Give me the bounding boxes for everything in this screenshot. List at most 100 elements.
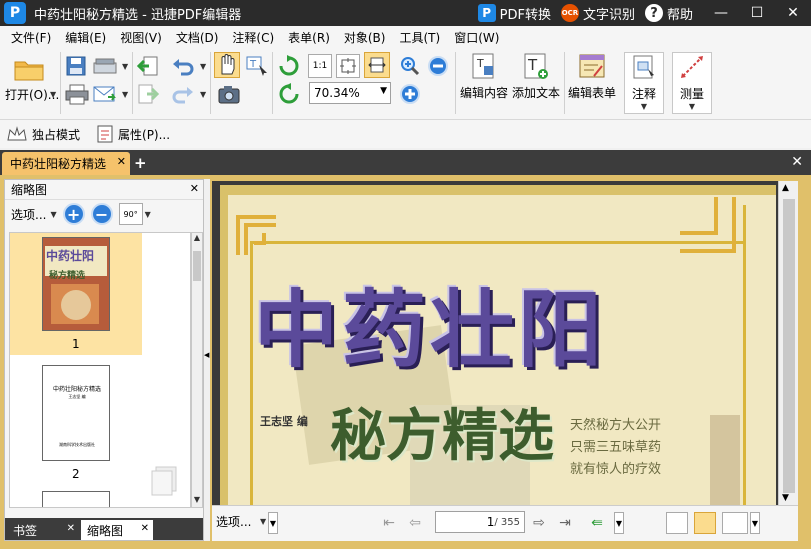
exclusive-mode-button[interactable]: 独占模式 xyxy=(6,126,80,143)
scrollbar-thumb[interactable] xyxy=(193,251,201,281)
menu-bar: 文件(F) 编辑(E) 视图(V) 文档(D) 注释(C) 表单(R) 对象(B… xyxy=(0,26,811,48)
menu-edit[interactable]: 编辑(E) xyxy=(58,29,113,46)
thumbnail-2-publisher: 湖南科学技术出版社 xyxy=(59,442,95,447)
rotate-page-icon[interactable]: 90° xyxy=(118,203,143,225)
thumbnail-1-title: 中药壮阳 xyxy=(46,249,95,263)
fit-page-button[interactable] xyxy=(336,54,360,78)
thumbnail-scrollbar[interactable]: ▲ ▼ xyxy=(191,232,203,508)
rotate-dropdown-icon[interactable]: ▼ xyxy=(145,210,151,219)
rotate-ccw-button[interactable] xyxy=(276,82,302,106)
single-page-view-icon[interactable] xyxy=(666,512,688,534)
save-button[interactable] xyxy=(64,54,88,78)
thumbnail-page-3[interactable] xyxy=(42,491,110,507)
menu-form[interactable]: 表单(R) xyxy=(281,29,337,46)
minimize-button[interactable]: — xyxy=(703,0,739,26)
thumbnail-1-subtitle: 秘方精选 xyxy=(49,271,86,281)
zoom-in-button[interactable] xyxy=(398,82,422,106)
thumbnail-page-2[interactable]: 中药壮阳秘方精选 王志坚 编 湖南科学技术出版社 xyxy=(42,365,110,461)
add-text-button[interactable]: T 添加文本 xyxy=(512,52,560,101)
tab-bookmarks[interactable]: 书签 ✕ xyxy=(7,520,79,540)
tab-close-icon[interactable]: ✕ xyxy=(117,155,126,168)
thumbnail-zoom-in-icon[interactable]: + xyxy=(62,203,85,225)
thumbnail-page-1[interactable]: 中药壮阳 秘方精选 xyxy=(42,237,110,331)
menu-document[interactable]: 文档(D) xyxy=(169,29,226,46)
maximize-button[interactable]: ☐ xyxy=(739,0,775,26)
last-page-icon[interactable]: ⇥ xyxy=(554,512,576,534)
help-link[interactable]: ? 帮助 xyxy=(644,4,693,23)
document-view[interactable]: 中药壮阳 王志坚 编 秘方精选 天然秘方大公开 只需三五味草药 就有惊人的疗效 xyxy=(212,181,798,505)
zoom-marquee-button[interactable] xyxy=(398,54,422,78)
previous-page-icon[interactable]: ⇦ xyxy=(404,512,426,534)
email-button[interactable] xyxy=(92,82,118,106)
menu-window[interactable]: 窗口(W) xyxy=(447,29,506,46)
select-text-button[interactable]: T xyxy=(244,54,270,78)
chevron-down-icon[interactable]: ▼ xyxy=(750,512,760,534)
undo-button[interactable] xyxy=(170,54,196,78)
edit-form-button[interactable]: 编辑表单 xyxy=(568,52,616,101)
scroll-down-icon[interactable]: ▼ xyxy=(782,493,789,503)
scrollbar-thumb[interactable] xyxy=(783,199,795,493)
import-button[interactable] xyxy=(136,54,160,78)
new-tab-icon[interactable]: + xyxy=(134,154,147,172)
menu-object[interactable]: 对象(B) xyxy=(337,29,393,46)
continuous-view-icon[interactable] xyxy=(694,512,716,534)
chevron-down-icon[interactable]: ▼ xyxy=(268,512,278,534)
print-button[interactable] xyxy=(64,82,90,106)
thumbnail-panel-title: 缩略图 xyxy=(11,183,48,197)
tab-thumbnails[interactable]: 缩略图 ✕ xyxy=(81,520,153,540)
scan-dropdown-icon[interactable]: ▼ xyxy=(122,62,128,71)
pdf-convert-link[interactable]: P PDF转换 xyxy=(477,4,551,23)
thumbnail-options[interactable]: 选项... xyxy=(11,206,46,223)
menu-comment[interactable]: 注释(C) xyxy=(225,29,281,46)
open-button[interactable] xyxy=(12,54,46,84)
measure-button[interactable]: 测量 ▼ xyxy=(672,52,712,114)
first-page-icon[interactable]: ⇤ xyxy=(378,512,400,534)
open-dropdown-icon[interactable]: ▼ xyxy=(50,90,56,99)
facing-view-icon[interactable] xyxy=(722,512,748,534)
export-button[interactable] xyxy=(136,82,160,106)
panel-splitter[interactable]: ◀ xyxy=(204,179,210,541)
options-dropdown-icon[interactable]: ▼ xyxy=(50,210,56,219)
thumbnail-list[interactable]: 中药壮阳 秘方精选 1 中药壮阳秘方精选 王志坚 编 湖南科学技术出版社 2 xyxy=(9,232,191,508)
menu-file[interactable]: 文件(F) xyxy=(4,29,58,46)
snapshot-button[interactable] xyxy=(216,82,242,106)
rotate-cw-button[interactable] xyxy=(276,54,302,78)
tab-close-icon[interactable]: ✕ xyxy=(141,523,149,534)
scan-button[interactable] xyxy=(92,54,118,78)
scroll-up-icon[interactable]: ▲ xyxy=(782,183,789,193)
thumbnail-zoom-out-icon[interactable]: − xyxy=(90,203,113,225)
redo-button[interactable] xyxy=(170,82,196,106)
hand-tool-button[interactable] xyxy=(214,52,240,78)
next-page-icon[interactable]: ⇨ xyxy=(528,512,550,534)
collapse-panel-icon[interactable]: ◀ xyxy=(204,351,209,359)
scroll-down-icon[interactable]: ▼ xyxy=(192,495,202,507)
properties-button[interactable]: 属性(P)... xyxy=(96,124,170,144)
zoom-out-button[interactable] xyxy=(426,54,450,78)
menu-view[interactable]: 视图(V) xyxy=(113,29,169,46)
redo-dropdown-icon[interactable]: ▼ xyxy=(200,90,206,99)
toolbar-separator xyxy=(132,52,133,114)
panel-close-icon[interactable]: ✕ xyxy=(190,182,199,195)
view-options[interactable]: 选项... xyxy=(216,513,251,530)
page-number-field[interactable]: 1 / 355 xyxy=(435,511,525,533)
ocr-link[interactable]: OCR 文字识别 xyxy=(560,4,635,23)
tab-close-icon[interactable]: ✕ xyxy=(67,523,75,534)
tab-document[interactable]: 中药壮阳秘方精选 ✕ xyxy=(2,152,130,175)
document-scrollbar[interactable]: ▲ ▼ xyxy=(778,181,798,505)
edit-content-button[interactable]: T 编辑内容 xyxy=(460,52,508,101)
zoom-select[interactable]: 70.34% ▼ xyxy=(309,82,391,104)
fit-width-button[interactable] xyxy=(364,52,390,78)
actual-size-button[interactable]: 1:1 xyxy=(308,54,332,78)
close-button[interactable]: ✕ xyxy=(775,0,811,26)
email-dropdown-icon[interactable]: ▼ xyxy=(122,90,128,99)
chevron-down-icon[interactable]: ▼ xyxy=(614,512,624,534)
menu-tools[interactable]: 工具(T) xyxy=(392,29,447,46)
undo-dropdown-icon[interactable]: ▼ xyxy=(200,62,206,71)
scroll-up-icon[interactable]: ▲ xyxy=(192,233,202,245)
annotate-button[interactable]: 注释 ▼ xyxy=(624,52,664,114)
close-document-icon[interactable]: ✕ xyxy=(791,154,803,170)
toolbar-separator xyxy=(210,52,211,114)
thumbnail-2-author: 王志坚 编 xyxy=(68,394,86,399)
view-options-dropdown-icon[interactable]: ▼ xyxy=(260,517,266,526)
back-view-icon[interactable]: ⇚ xyxy=(586,512,608,534)
